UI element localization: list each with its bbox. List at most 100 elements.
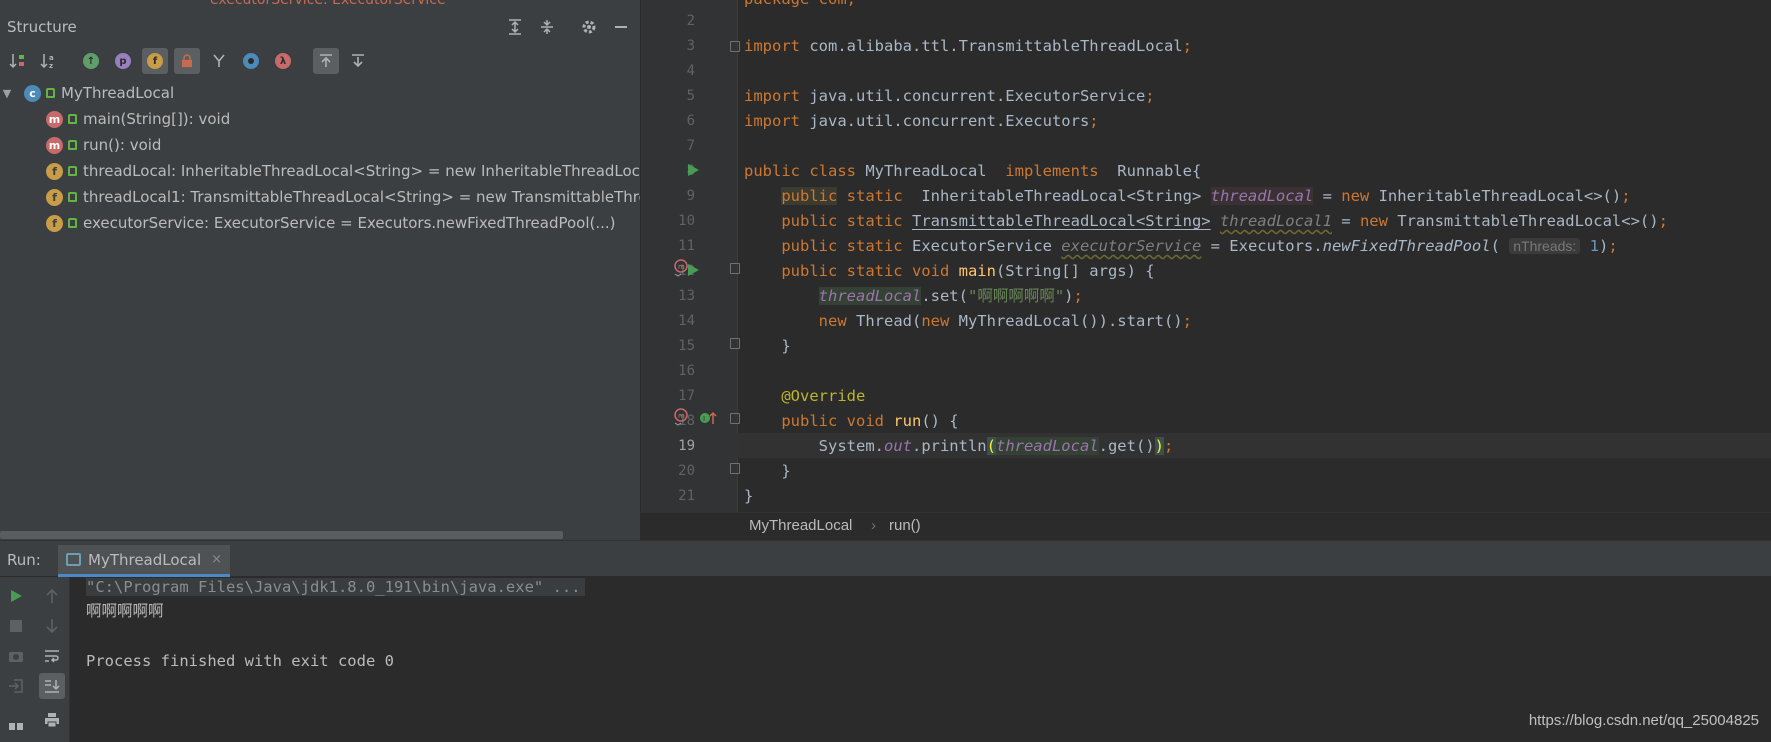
tree-item[interactable]: f executorService: ExecutorService = Exe… [0, 210, 640, 236]
fold-marker-icon[interactable] [730, 263, 740, 274]
public-lock-icon [68, 140, 77, 150]
svg-text:m: m [678, 412, 685, 420]
public-lock-icon [68, 192, 77, 202]
line-number: 19 [678, 438, 695, 454]
run-label: Run: [7, 551, 41, 569]
fold-marker-icon[interactable] [730, 463, 740, 474]
editor-breadcrumb: MyThreadLocal › run() [641, 512, 1771, 540]
breadcrumb-method[interactable]: run() [889, 517, 921, 534]
print-icon[interactable] [39, 707, 65, 733]
code-line: public static TransmittableThreadLocal<S… [781, 212, 1668, 230]
line-number: 5 [686, 88, 695, 104]
tree-item-label: main(String[]): void [83, 110, 231, 128]
code-line: public class MyThreadLocal implements Ru… [744, 162, 1202, 180]
autoscroll-from-source-icon[interactable] [345, 48, 371, 74]
code-line: import java.util.concurrent.Executors; [744, 112, 1099, 130]
anonymous-classes-icon[interactable] [238, 48, 264, 74]
line-number: 3 [686, 38, 695, 54]
line-number: 6 [686, 113, 695, 129]
soft-wrap-icon[interactable] [39, 643, 65, 669]
breadcrumb-class[interactable]: MyThreadLocal [749, 517, 852, 534]
field-icon: f [46, 162, 63, 180]
run-tab[interactable]: MyThreadLocal × [58, 545, 230, 577]
structure-cutoff-item: executorService: ExecutorService [210, 0, 446, 8]
class-icon: c [24, 84, 41, 102]
tree-root[interactable]: ▼ c MyThreadLocal [0, 80, 640, 106]
scroll-to-end-icon[interactable] [39, 673, 65, 699]
expand-all-icon[interactable] [504, 16, 526, 38]
code-line: } [744, 487, 754, 505]
public-lock-icon [68, 166, 77, 176]
svg-text:I: I [703, 415, 705, 423]
show-lambdas-icon[interactable] [206, 48, 232, 74]
svg-text:z: z [49, 62, 53, 70]
structure-header: Structure [0, 10, 640, 44]
lambda-icon[interactable]: λ [270, 48, 296, 74]
stop-icon[interactable] [3, 613, 29, 639]
sort-alpha-icon[interactable]: az [36, 48, 62, 74]
code-line: public static InheritableThreadLocal<Str… [781, 187, 1631, 205]
expand-arrow-icon[interactable]: ▼ [0, 87, 14, 100]
tree-item[interactable]: m run(): void [0, 132, 640, 158]
rerun-icon[interactable] [3, 583, 29, 609]
line-number: 7 [686, 138, 695, 154]
tree-item[interactable]: f threadLocal: InheritableThreadLocal<St… [0, 158, 640, 184]
line-number: 16 [678, 363, 695, 379]
run-toolwindow-header: Run: MyThreadLocal × [0, 540, 1771, 577]
horizontal-scrollbar-thumb[interactable] [0, 531, 563, 539]
show-properties-icon[interactable]: p [110, 48, 136, 74]
minimize-icon[interactable] [610, 16, 632, 38]
code-line: } [781, 337, 791, 355]
structure-toolbar: az ↑ p f λ [0, 46, 640, 76]
gear-icon[interactable] [578, 16, 600, 38]
structure-title: Structure [7, 18, 77, 36]
svg-text:m: m [678, 263, 685, 271]
line-number: 17 [678, 388, 695, 404]
fold-marker-icon[interactable] [730, 338, 740, 349]
layout-icon[interactable] [3, 711, 29, 737]
line-number: 11 [678, 238, 695, 254]
run-class-icon[interactable] [686, 162, 700, 181]
method-icon: m [46, 136, 63, 154]
application-icon [66, 553, 81, 566]
scroll-up-icon[interactable] [39, 583, 65, 609]
recursive-call-icon[interactable]: m [673, 408, 691, 430]
autoscroll-to-source-icon[interactable] [313, 48, 339, 74]
recursive-call-icon[interactable]: m [673, 259, 691, 281]
code-line: import com.alibaba.ttl.TransmittableThre… [744, 37, 1192, 55]
show-inherited-icon[interactable]: ↑ [78, 48, 104, 74]
implements-method-icon[interactable]: I [699, 410, 717, 430]
line-number: 14 [678, 313, 695, 329]
fold-marker-icon[interactable] [730, 413, 740, 424]
collapse-all-icon[interactable] [536, 16, 558, 38]
close-icon[interactable]: × [211, 552, 222, 567]
tree-root-label: MyThreadLocal [61, 84, 175, 102]
line-number: 15 [678, 338, 695, 354]
field-icon: f [46, 214, 63, 232]
tree-item[interactable]: m main(String[]): void [0, 106, 640, 132]
scroll-down-icon[interactable] [39, 613, 65, 639]
tree-item-label: threadLocal: InheritableThreadLocal<Stri… [83, 162, 640, 180]
public-lock-icon [68, 218, 77, 228]
tree-item[interactable]: f threadLocal1: TransmittableThreadLocal… [0, 184, 640, 210]
watermark: https://blog.csdn.net/qq_25004825 [1528, 712, 1759, 729]
line-number: 21 [678, 488, 695, 504]
line-number: 10 [678, 213, 695, 229]
code-line: public static ExecutorService executorSe… [781, 237, 1618, 255]
code-line: public void run() { [781, 412, 959, 430]
field-icon: f [46, 188, 63, 206]
structure-tree: ▼ c MyThreadLocal m main(String[]): void… [0, 80, 640, 236]
public-lock-icon [68, 114, 77, 124]
line-number: 13 [678, 288, 695, 304]
sort-visibility-icon[interactable] [5, 48, 31, 74]
console-line: "C:\Program Files\Java\jdk1.8.0_191\bin\… [86, 575, 585, 599]
fold-marker-icon[interactable] [730, 41, 740, 52]
show-non-public-icon[interactable] [174, 48, 200, 74]
line-number: 20 [678, 463, 695, 479]
code-line: threadLocal.set("啊啊啊啊啊"); [818, 287, 1083, 305]
code-line: new Thread(new MyThreadLocal()).start(); [818, 312, 1192, 330]
exit-icon[interactable] [3, 673, 29, 699]
code-line-current: System.out.println(threadLocal.get()); [818, 437, 1174, 455]
camera-icon[interactable] [3, 643, 29, 669]
show-fields-icon[interactable]: f [142, 48, 168, 74]
